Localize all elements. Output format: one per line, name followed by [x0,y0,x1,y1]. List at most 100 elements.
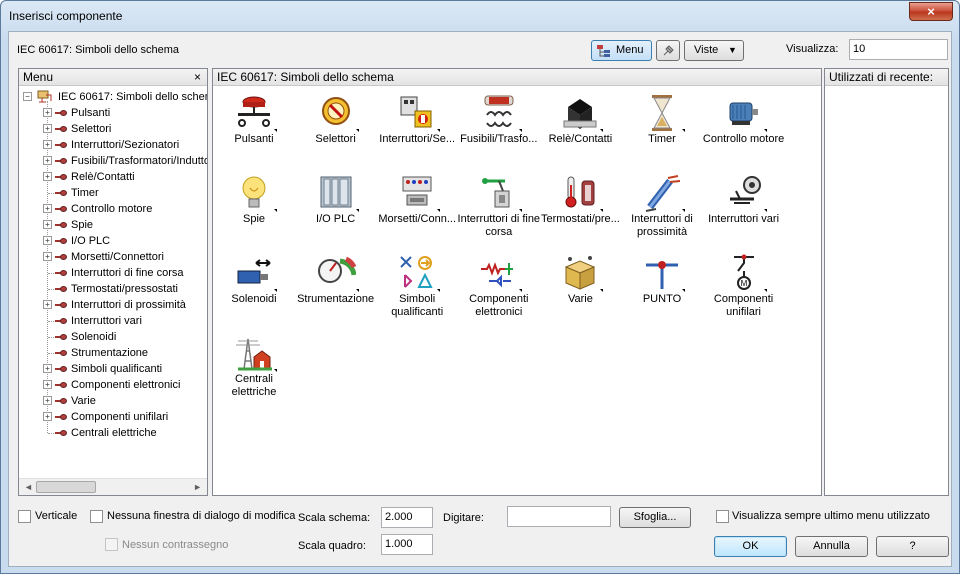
viste-dropdown[interactable]: Viste ▼ [684,40,744,61]
ok-button[interactable]: OK [714,536,787,557]
scala-quadro-input[interactable]: 1.000 [381,534,433,555]
component-node-icon [55,189,67,197]
symbol-tile[interactable]: Termostati/pre... [540,169,620,249]
symbol-tile[interactable]: Fusibili/Trasfo... [459,89,539,169]
window-close-button[interactable]: × [909,2,953,21]
symbol-tile[interactable]: Componenti elettronici [459,249,539,329]
symbol-tile-label: Controllo motore [702,133,785,145]
tree-item-label: Selettori [71,123,112,135]
misc-switch-icon [724,173,767,213]
nessun-contrassegno-checkbox[interactable] [105,538,118,551]
symbol-tile-label: Interruttori di fine corsa [457,213,541,238]
close-icon[interactable]: × [194,70,201,84]
expand-icon[interactable]: + [43,236,52,245]
symbol-tile[interactable]: Pulsanti [214,89,294,169]
annulla-button[interactable]: Annulla [795,536,868,557]
symbol-tile[interactable]: Interruttori di prossimità [622,169,702,249]
symbol-tile[interactable]: I/O PLC [296,169,376,249]
window-title: Inserisci componente [9,9,123,23]
symbol-tile[interactable]: PUNTO [622,249,702,329]
component-node-icon [55,253,67,261]
symbol-tile[interactable]: Relè/Contatti [540,89,620,169]
menu-button-label: Menu [616,44,644,56]
component-node-icon [55,429,67,437]
help-button[interactable]: ? [876,536,949,557]
pushpin-icon [663,45,674,56]
symbol-tile[interactable]: Centrali elettriche [214,329,294,409]
digitare-input[interactable] [507,506,611,527]
qualifying-symbols-icon [397,253,441,293]
scroll-right-icon[interactable]: ► [193,482,202,492]
electronic-components-icon [479,253,522,293]
symbol-tile[interactable]: Morsetti/Conn... [377,169,457,249]
symbol-tile[interactable]: Solenoidi [214,249,294,329]
nessuna-finestra-checkbox[interactable] [90,510,103,523]
expand-icon[interactable]: + [43,380,52,389]
symbol-tile-label: Solenoidi [231,293,277,305]
collapse-icon[interactable]: − [23,92,32,101]
expand-icon[interactable]: + [43,172,52,181]
tree-item-label: Strumentazione [71,347,149,359]
component-node-icon [55,365,67,373]
nessuna-finestra-label: Nessuna finestra di dialogo di modifica [107,510,296,522]
expand-icon[interactable]: + [43,204,52,213]
symbol-tile[interactable]: Varie [540,249,620,329]
menu-button[interactable]: Menu [591,40,652,61]
symbol-tile-label: PUNTO [642,293,682,305]
scrollbar-thumb[interactable] [36,481,96,493]
scala-schema-input[interactable]: 2.000 [381,507,433,528]
symbol-tile[interactable]: Interruttori/Se... [377,89,457,169]
symbol-tile-label: Simboli qualificanti [391,293,444,318]
symbol-tile[interactable]: Strumentazione [296,249,376,329]
symbol-grid: Pulsanti Selettori Interruttori/Se... Fusib… [213,87,821,495]
expand-icon[interactable]: + [43,220,52,229]
recent-panel: Utilizzati di recente: [824,68,949,496]
tree-item-label: Pulsanti [71,107,111,119]
symbol-tile-label: Fusibili/Trasfo... [460,133,538,145]
sfoglia-button[interactable]: Sfoglia... [619,507,691,528]
symbol-gallery-panel: IEC 60617: Simboli dello schema Pulsanti… [212,68,822,496]
tree-item-label: Morsetti/Connettori [71,251,164,263]
symbol-tile-label: Strumentazione [297,293,375,305]
visualizza-label: Visualizza: [786,43,839,55]
tree-item-label: Timer [71,187,99,199]
expand-icon[interactable]: + [43,300,52,309]
symbol-tile[interactable]: M Componenti unifilari [704,249,784,329]
component-node-icon [55,333,67,341]
menu-tree-icon [597,45,610,57]
pin-button[interactable] [656,40,680,61]
symbol-tile-label: Spie [242,213,266,225]
symbol-tile[interactable]: Selettori [296,89,376,169]
symbol-tile-label: Interruttori vari [708,213,780,225]
expand-icon[interactable]: + [43,108,52,117]
thermometer-icon [560,173,604,213]
expand-icon[interactable]: + [43,252,52,261]
tree-item-label: Solenoidi [71,331,117,343]
expand-icon[interactable]: + [43,412,52,421]
expand-icon[interactable]: + [43,140,52,149]
symbol-tile-label: Relè/Contatti [548,133,613,145]
verticale-checkbox[interactable] [18,510,31,523]
visualizza-sempre-checkbox[interactable] [716,510,729,523]
expand-icon[interactable]: + [43,124,52,133]
symbol-tile[interactable]: Simboli qualificanti [377,249,457,329]
single-line-icon: M [724,253,767,293]
insert-component-dialog: Inserisci componente × IEC 60617: Simbol… [0,0,960,574]
dialog-client-area: IEC 60617: Simboli dello schema Menu Vis… [8,31,952,567]
scroll-left-icon[interactable]: ◄ [24,482,33,492]
symbol-tile[interactable]: Interruttori vari [704,169,784,249]
visualizza-input[interactable]: 10 [849,39,948,60]
symbol-tile-label: Morsetti/Conn... [378,213,456,225]
menu-tree: − IEC 60617: Simboli dello schema + Pulsa… [21,89,207,479]
tree-root-label: IEC 60617: Simboli dello schema [58,91,207,103]
menu-tree-panel: Menu × − IEC 60617: Simboli dello schema… [18,68,208,496]
expand-icon[interactable]: + [43,364,52,373]
symbol-tile[interactable]: Interruttori di fine corsa [457,169,541,249]
expand-icon[interactable]: + [43,156,52,165]
symbol-tile[interactable]: Spie [214,169,294,249]
expand-icon[interactable]: + [43,396,52,405]
tree-horizontal-scrollbar[interactable]: ◄ ► [19,478,207,495]
symbol-tile[interactable]: Timer [622,89,702,169]
gallery-title: IEC 60617: Simboli dello schema [217,70,394,84]
symbol-tile[interactable]: Controllo motore [702,89,785,169]
